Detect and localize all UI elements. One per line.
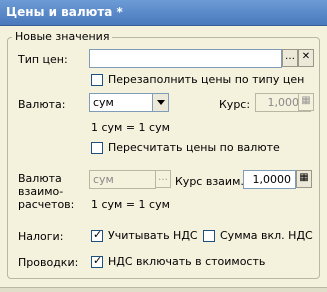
check-icon: ✓ [93,228,103,241]
group-title: Новые значения [12,30,113,43]
price-type-clear-button[interactable]: ✕ [298,49,314,67]
settle-currency-select-button: … [155,170,171,188]
calculator-icon[interactable]: ▦ [296,170,312,188]
price-type-label: Тип цен: [18,53,68,66]
price-type-select-button[interactable]: … [282,49,298,67]
vat-included-label: Сумма вкл. НДС [220,229,313,242]
settle-label-line2: взаимо- [18,185,64,198]
settle-note: 1 сум = 1 сум [91,198,170,211]
vat-checkbox[interactable]: ✓ [91,228,103,242]
check-icon: ✓ [93,254,103,267]
title-bar: Цены и валюта * [0,0,327,26]
rate-note: 1 сум = 1 сум [91,121,170,134]
settle-rate-value: 1,0000 [252,173,292,186]
settle-rate-label: Курс взаим.: [175,175,248,188]
taxes-label: Налоги: [18,230,64,243]
price-type-field[interactable] [89,49,282,68]
refill-label: Перезаполнить цены по типу цен [108,73,305,86]
currency-label: Валюта: [18,98,66,111]
bottom-edge [0,287,327,292]
window-title: Цены и валюта * [6,5,123,19]
recalc-label: Пересчитать цены по валюте [108,141,280,154]
vat-label: Учитывать НДС [108,229,198,242]
chevron-down-icon[interactable] [152,94,168,111]
close-icon: ✕ [301,51,311,62]
refill-checkbox[interactable] [91,74,103,86]
settle-label-line3: расчетов: [18,198,75,211]
postings-label: Проводки: [18,256,79,269]
recalc-checkbox[interactable] [91,142,103,154]
vat-included-checkbox[interactable] [203,230,215,242]
vat-to-cost-label: НДС включать в стоимость [108,255,266,268]
calculator-icon: ▦ [298,93,314,111]
currency-select[interactable]: сум [89,93,169,112]
currency-value: сум [93,96,114,109]
settle-rate-field[interactable]: 1,0000 [243,170,296,189]
rate-label: Курс: [219,98,251,111]
settle-currency-field: сум [89,170,156,189]
vat-to-cost-checkbox[interactable]: ✓ [91,254,103,268]
settle-label-line1: Валюта [18,172,62,185]
settle-currency-value: сум [93,173,114,186]
